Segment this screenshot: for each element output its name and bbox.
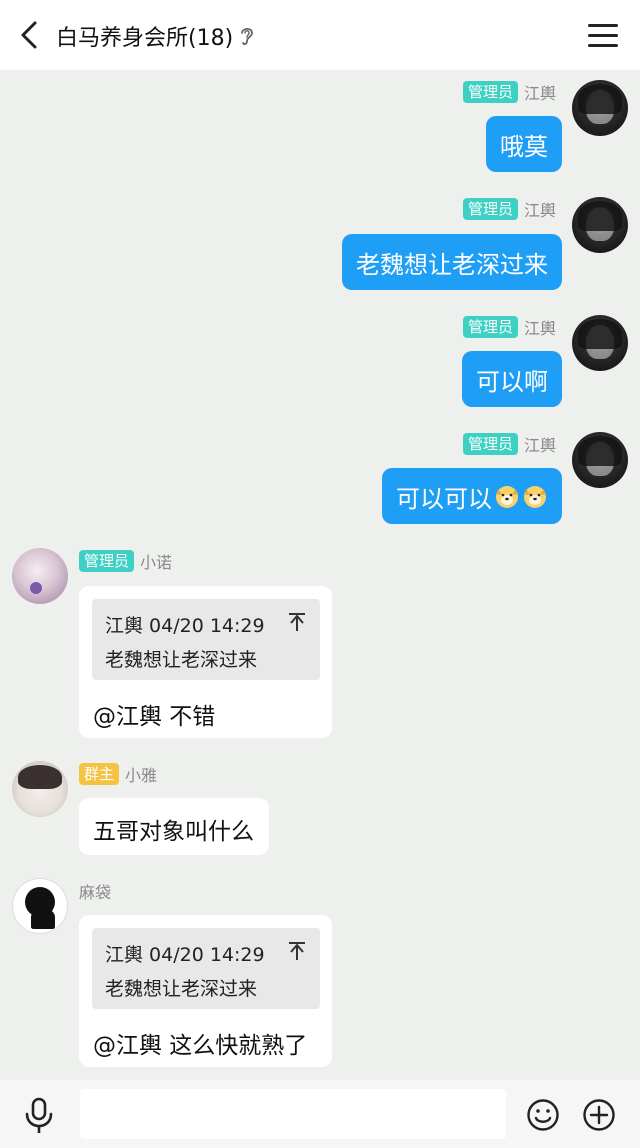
message-meta: 管理员 江輿 xyxy=(462,197,556,221)
smiley-icon xyxy=(527,1099,559,1131)
message-meta: 麻袋 xyxy=(79,879,111,903)
message-bubble-incoming[interactable]: 五哥对象叫什么 xyxy=(79,798,269,855)
message-bubble-outgoing[interactable]: 哦莫 xyxy=(486,116,562,172)
chat-header: 白马养身会所(18) xyxy=(0,0,640,70)
back-button[interactable] xyxy=(12,18,46,52)
sender-nickname: 小诺 xyxy=(140,553,173,572)
avatar-member[interactable] xyxy=(12,878,68,934)
message-meta: 管理员 江輿 xyxy=(462,432,556,456)
jump-to-top-icon xyxy=(289,613,305,631)
admin-badge: 管理员 xyxy=(462,198,518,220)
message-text: 老魏想让老深过来 xyxy=(356,250,548,279)
sender-nickname: 麻袋 xyxy=(79,883,112,902)
quote-header: 江輿 04/20 14:29 xyxy=(105,944,265,966)
quote-header: 江輿 04/20 14:29 xyxy=(105,615,265,637)
microphone-icon xyxy=(25,1097,53,1133)
input-bar xyxy=(0,1080,640,1148)
message-text: @江輿 这么快就熟了 xyxy=(93,1033,308,1059)
sender-nickname: 江輿 xyxy=(523,319,556,338)
title-wrap[interactable]: 白马养身会所(18) xyxy=(56,20,257,52)
message-text: @江輿 不错 xyxy=(93,704,216,730)
message-text: 五哥对象叫什么 xyxy=(93,819,254,845)
avatar-member[interactable] xyxy=(12,761,68,817)
more-button[interactable] xyxy=(582,1098,616,1132)
message-bubble-outgoing[interactable]: 老魏想让老深过来 xyxy=(342,234,562,290)
message-meta: 管理员 江輿 xyxy=(462,80,556,104)
emoji-button[interactable] xyxy=(526,1098,560,1132)
doge-emoji-icon xyxy=(496,486,518,508)
avatar-member[interactable] xyxy=(12,548,68,604)
admin-badge: 管理员 xyxy=(79,550,135,572)
avatar-self[interactable] xyxy=(572,197,628,253)
message-text: 可以啊 xyxy=(476,367,548,396)
message-input[interactable] xyxy=(80,1089,506,1139)
owner-badge: 群主 xyxy=(79,763,120,785)
message-bubble-incoming[interactable]: 江輿 04/20 14:29 老魏想让老深过来 @江輿 这么快就熟了 xyxy=(79,915,332,1067)
quoted-message[interactable]: 江輿 04/20 14:29 老魏想让老深过来 xyxy=(92,599,320,680)
ear-icon xyxy=(239,25,257,47)
quote-body: 老魏想让老深过来 xyxy=(105,649,258,671)
quoted-message[interactable]: 江輿 04/20 14:29 老魏想让老深过来 xyxy=(92,928,320,1009)
avatar-self[interactable] xyxy=(572,80,628,136)
jump-to-top-icon xyxy=(289,942,305,960)
doge-emoji-icon xyxy=(524,486,546,508)
plus-circle-icon xyxy=(583,1099,615,1131)
sender-nickname: 江輿 xyxy=(523,436,556,455)
sender-nickname: 江輿 xyxy=(523,201,556,220)
message-meta: 群主 小雅 xyxy=(79,762,157,786)
admin-badge: 管理员 xyxy=(462,316,518,338)
sender-nickname: 小雅 xyxy=(125,766,158,785)
message-meta: 管理员 小诺 xyxy=(79,549,172,573)
quote-body: 老魏想让老深过来 xyxy=(105,978,258,1000)
avatar-self[interactable] xyxy=(572,315,628,371)
message-text: 哦莫 xyxy=(500,132,548,161)
sender-nickname: 江輿 xyxy=(523,84,556,103)
voice-button[interactable] xyxy=(22,1096,56,1136)
admin-badge: 管理员 xyxy=(462,433,518,455)
message-bubble-incoming[interactable]: 江輿 04/20 14:29 老魏想让老深过来 @江輿 不错 xyxy=(79,586,332,738)
message-meta: 管理员 江輿 xyxy=(462,315,556,339)
message-text: 可以可以 xyxy=(396,484,492,513)
group-title: 白马养身会所(18) xyxy=(56,26,234,51)
menu-button[interactable] xyxy=(588,20,618,50)
admin-badge: 管理员 xyxy=(462,81,518,103)
message-bubble-outgoing[interactable]: 可以啊 xyxy=(462,351,562,407)
chevron-left-icon xyxy=(21,21,37,49)
message-bubble-outgoing[interactable]: 可以可以 xyxy=(382,468,562,524)
avatar-self[interactable] xyxy=(572,432,628,488)
hamburger-menu-icon xyxy=(588,23,618,27)
message-list[interactable]: 管理员 江輿 哦莫 管理员 江輿 老魏想让老深过来 管理员 江輿 可以啊 管理员… xyxy=(0,70,640,1080)
